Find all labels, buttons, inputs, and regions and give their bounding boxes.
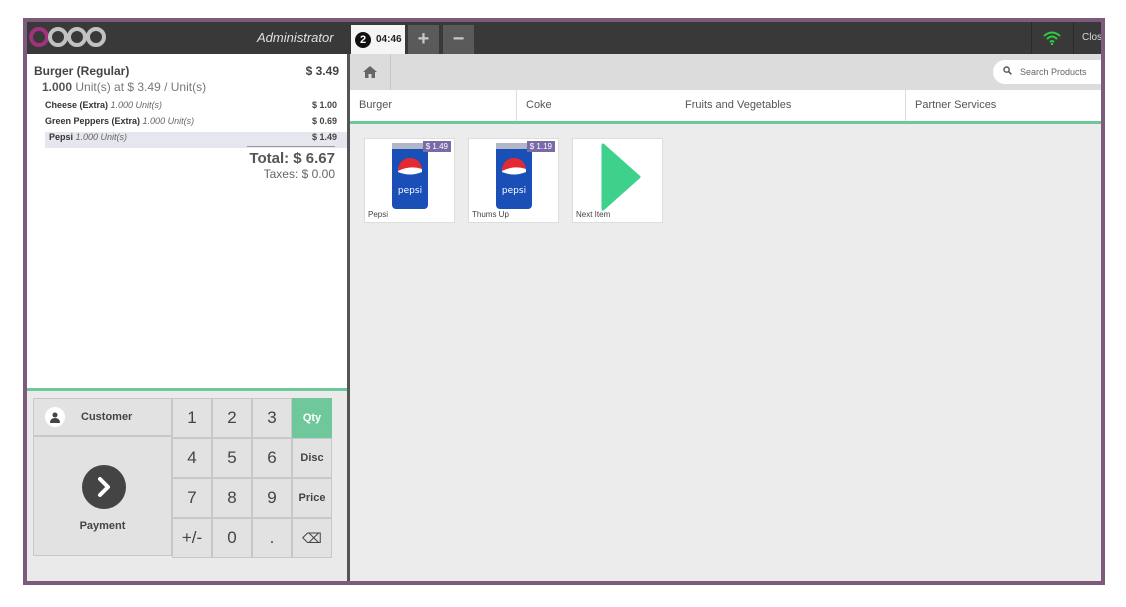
numpad-key-0[interactable]: 0 bbox=[212, 518, 252, 558]
price-tag: $ 1.49 bbox=[422, 141, 451, 152]
orderline-extra[interactable]: Cheese (Extra) 1.000 Unit(s) $ 1.00 bbox=[45, 100, 347, 116]
numpad-key-6[interactable]: 6 bbox=[252, 438, 292, 478]
order-time: 04:46 bbox=[376, 34, 402, 45]
category-fruits-vegetables[interactable]: Fruits and Vegetables bbox=[676, 90, 906, 121]
orderline-extra[interactable]: Green Peppers (Extra) 1.000 Unit(s) $ 0.… bbox=[45, 116, 347, 132]
customer-button[interactable]: Customer bbox=[33, 398, 172, 436]
order-number: 2 bbox=[355, 31, 371, 48]
category-partner-services[interactable]: Partner Services bbox=[906, 90, 1101, 121]
search-input[interactable]: Search Products bbox=[993, 60, 1101, 84]
orderline-name: Burger (Regular) bbox=[34, 64, 130, 78]
mode-price-button[interactable]: Price bbox=[292, 478, 332, 518]
orderline-burger[interactable]: Burger (Regular) $ 3.49 1.000 Unit(s) at… bbox=[34, 64, 339, 94]
order-summary: Total: $ 6.67 Taxes: $ 0.00 bbox=[247, 146, 335, 181]
category-coke[interactable]: Coke bbox=[517, 90, 676, 121]
search-placeholder: Search Products bbox=[1020, 67, 1087, 77]
svg-text:pepsi: pepsi bbox=[502, 186, 526, 196]
order-taxes: Taxes: $ 0.00 bbox=[263, 167, 335, 181]
wifi-icon[interactable] bbox=[1031, 22, 1072, 54]
search-icon bbox=[1003, 66, 1012, 78]
user-icon bbox=[45, 407, 65, 427]
product-toolbar: Search Products bbox=[350, 54, 1101, 90]
product-name: Thums Up bbox=[472, 210, 509, 219]
add-order-button[interactable]: + bbox=[408, 25, 439, 54]
product-name: Pepsi bbox=[368, 210, 389, 219]
product-card-pepsi[interactable]: pepsi $ 1.49 Pepsi bbox=[364, 138, 455, 223]
numpad-key-sign[interactable]: +/- bbox=[172, 518, 212, 558]
remove-order-button[interactable]: − bbox=[443, 25, 474, 54]
numpad-key-9[interactable]: 9 bbox=[252, 478, 292, 518]
numpad-key-5[interactable]: 5 bbox=[212, 438, 252, 478]
order-tab[interactable]: 2 04:46 bbox=[351, 25, 405, 54]
customer-label: Customer bbox=[81, 411, 133, 423]
user-name[interactable]: Administrator bbox=[257, 22, 334, 54]
numpad-key-2[interactable]: 2 bbox=[212, 398, 252, 438]
play-arrow-icon bbox=[601, 143, 641, 211]
product-card-thums-up[interactable]: pepsi $ 1.19 Thums Up bbox=[468, 138, 559, 223]
payment-button[interactable]: Payment bbox=[33, 436, 172, 556]
chevron-right-icon bbox=[82, 465, 126, 509]
category-list: Burger Coke Fruits and Vegetables Partne… bbox=[350, 90, 1101, 124]
backspace-icon[interactable]: ⌫ bbox=[292, 518, 332, 558]
orderline-info: 1.000 Unit(s) at $ 3.49 / Unit(s) bbox=[42, 80, 207, 94]
numpad-key-1[interactable]: 1 bbox=[172, 398, 212, 438]
product-name: Next Item bbox=[576, 210, 611, 219]
category-burger[interactable]: Burger bbox=[350, 90, 517, 121]
price-tag: $ 1.19 bbox=[526, 141, 555, 152]
numpad-key-7[interactable]: 7 bbox=[172, 478, 212, 518]
pos-window: Administrator 2 04:46 + − Close Burger (… bbox=[23, 18, 1105, 585]
product-screen: Search Products Burger Coke Fruits and V… bbox=[350, 54, 1101, 581]
order-panel: Burger (Regular) $ 3.49 1.000 Unit(s) at… bbox=[27, 54, 347, 581]
mode-qty-button[interactable]: Qty bbox=[292, 398, 332, 438]
numpad-key-8[interactable]: 8 bbox=[212, 478, 252, 518]
mode-disc-button[interactable]: Disc bbox=[292, 438, 332, 478]
odoo-logo bbox=[29, 24, 106, 50]
numpad-key-4[interactable]: 4 bbox=[172, 438, 212, 478]
numpad-key-dot[interactable]: . bbox=[252, 518, 292, 558]
orderline-price: $ 3.49 bbox=[305, 64, 339, 78]
close-button[interactable]: Close bbox=[1073, 22, 1101, 54]
order-total: Total: $ 6.67 bbox=[249, 150, 335, 167]
product-card-next-item[interactable]: Next Item bbox=[572, 138, 663, 223]
svg-text:pepsi: pepsi bbox=[398, 186, 422, 196]
numpad-key-3[interactable]: 3 bbox=[252, 398, 292, 438]
control-pad: Customer Payment 1 2 3 Qty 4 5 6 Disc 7 … bbox=[27, 388, 347, 581]
payment-label: Payment bbox=[79, 520, 126, 532]
top-bar: Administrator 2 04:46 + − Close bbox=[27, 22, 1101, 54]
home-icon[interactable] bbox=[350, 54, 391, 90]
